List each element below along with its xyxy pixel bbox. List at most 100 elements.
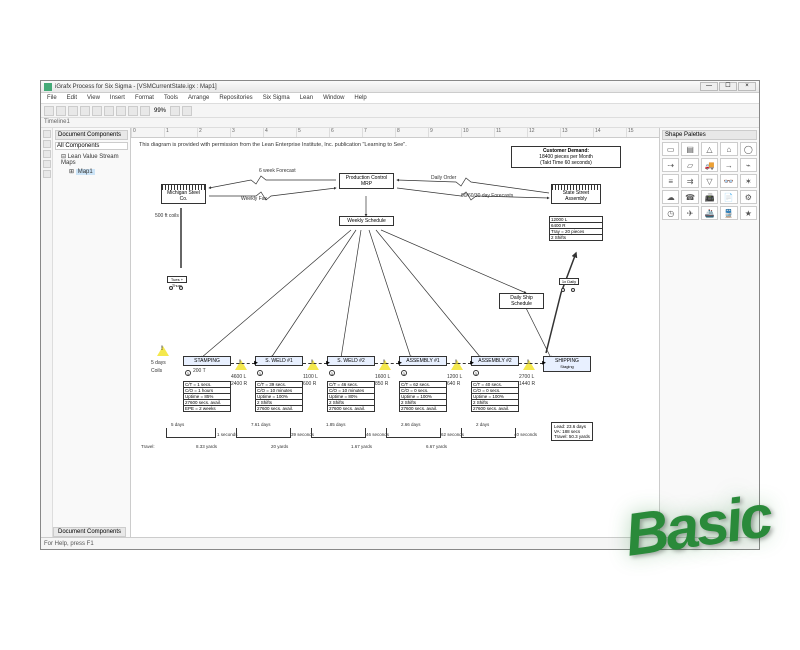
tool-zoomin-icon[interactable] <box>170 106 180 116</box>
shape-supermarket-icon[interactable]: ≡ <box>662 174 679 188</box>
cust-shift: 2 Shifts <box>550 235 602 240</box>
shape-factory-icon[interactable]: ⌂ <box>720 142 737 156</box>
tool-undo-icon[interactable] <box>128 106 138 116</box>
shape-arrow-icon[interactable]: → <box>720 158 737 172</box>
shape-burst-icon[interactable]: ✶ <box>740 174 757 188</box>
shape-clock-icon[interactable]: ◷ <box>662 206 679 220</box>
daily-ship-box[interactable]: Daily Ship Schedule <box>499 293 544 309</box>
shape-ship-icon[interactable]: 🚢 <box>701 206 718 220</box>
shape-gear-icon[interactable]: ⚙ <box>740 190 757 204</box>
zoom-level[interactable]: 99% <box>152 108 168 114</box>
shape-operator-icon[interactable]: ◯ <box>740 142 757 156</box>
diagram-canvas[interactable]: This diagram is provided with permission… <box>131 138 659 537</box>
inv-stamp-r: 2400 R <box>231 381 247 387</box>
info-dailyorder: Daily Order <box>431 175 456 181</box>
menu-window[interactable]: Window <box>319 95 348 101</box>
production-control-box[interactable]: Production Control MRP <box>339 173 394 189</box>
proc-stamping[interactable]: STAMPING <box>183 356 231 366</box>
titlebar[interactable]: iGrafx Process for Six Sigma - [VSMCurre… <box>41 81 759 93</box>
tool-zoomout-icon[interactable] <box>182 106 192 116</box>
shape-fifo-icon[interactable]: ⇉ <box>681 174 698 188</box>
timeline-tab[interactable]: Timeline1 <box>44 119 70 125</box>
connector-tool-icon[interactable] <box>43 170 51 178</box>
menu-help[interactable]: Help <box>350 95 370 101</box>
tri-after-stamp[interactable] <box>235 360 247 370</box>
shape-phone-icon[interactable]: ☎ <box>681 190 698 204</box>
shape-zigzag-icon[interactable]: ⌁ <box>740 158 757 172</box>
op-weld2: 1 <box>329 370 335 376</box>
shape-star-icon[interactable]: ★ <box>740 206 757 220</box>
app-icon <box>44 83 52 91</box>
inventory-tri-1[interactable] <box>157 346 169 356</box>
tool-new-icon[interactable] <box>44 106 54 116</box>
shape-signal-icon[interactable]: ▽ <box>701 174 718 188</box>
shape-cloud-icon[interactable]: ☁ <box>662 190 679 204</box>
tool-copy-icon[interactable] <box>104 106 114 116</box>
shape-glasses-icon[interactable]: 👓 <box>720 174 737 188</box>
truck-out[interactable]: 1x Daily <box>559 278 579 290</box>
va-5: 40 seconds <box>514 432 537 437</box>
line-tool-icon[interactable] <box>43 150 51 158</box>
tool-open-icon[interactable] <box>56 106 66 116</box>
bottom-tab[interactable]: Document Components <box>53 527 126 537</box>
menu-insert[interactable]: Insert <box>106 95 129 101</box>
tool-print-icon[interactable] <box>80 106 90 116</box>
info-6week: 6 week Forecast <box>259 168 296 174</box>
shape-push-icon[interactable]: ⇢ <box>662 158 679 172</box>
shape-plane-icon[interactable]: ✈ <box>681 206 698 220</box>
weekly-schedule-box[interactable]: Weekly Schedule <box>339 216 394 226</box>
tri-after-weld1[interactable] <box>307 360 319 370</box>
menu-file[interactable]: File <box>43 95 61 101</box>
close-button[interactable]: × <box>738 82 756 91</box>
tr-2: 20 yards <box>271 444 288 449</box>
proc-weld2[interactable]: S. WELD #2 <box>327 356 375 366</box>
shape-fax-icon[interactable]: 📠 <box>701 190 718 204</box>
supplier-factory[interactable]: Michigan Steel Co. <box>161 188 206 204</box>
proc-shipping[interactable]: SHIPPINGStaging <box>543 356 591 372</box>
tree-root[interactable]: Lean Value Stream Maps <box>61 154 119 166</box>
menu-view[interactable]: View <box>83 95 104 101</box>
menu-sixsigma[interactable]: Six Sigma <box>259 95 294 101</box>
pointer-tool-icon[interactable] <box>43 130 51 138</box>
shape-databox-icon[interactable]: ▤ <box>681 142 698 156</box>
tool-paste-icon[interactable] <box>116 106 126 116</box>
menu-edit[interactable]: Edit <box>63 95 81 101</box>
shape-kanban-icon[interactable]: ▱ <box>681 158 698 172</box>
tool-cut-icon[interactable] <box>92 106 102 116</box>
customer-factory[interactable]: State Street Assembly <box>551 188 601 204</box>
proc-weld1[interactable]: S. WELD #1 <box>255 356 303 366</box>
tri-after-asm2[interactable] <box>523 360 535 370</box>
menu-repositories[interactable]: Repositories <box>215 95 256 101</box>
proc-asm2[interactable]: ASSEMBLY #2 <box>471 356 519 366</box>
truck-in[interactable]: Tues + Thurs <box>167 276 187 288</box>
menu-lean[interactable]: Lean <box>296 95 317 101</box>
truck-out-label: 1x Daily <box>559 278 579 285</box>
shape-doc-icon[interactable]: 📄 <box>720 190 737 204</box>
tool-save-icon[interactable] <box>68 106 78 116</box>
shape-truck-icon[interactable]: 🚚 <box>701 158 718 172</box>
customer-name: State Street Assembly <box>563 190 589 202</box>
text-tool-icon[interactable] <box>43 140 51 148</box>
minimize-button[interactable]: — <box>700 82 718 91</box>
tree-map1[interactable]: Map1 <box>76 169 95 175</box>
timeline-bar[interactable]: Timeline1 <box>41 118 759 128</box>
tri-after-asm1[interactable] <box>451 360 463 370</box>
menu-arrange[interactable]: Arrange <box>184 95 213 101</box>
shape-inventory-icon[interactable]: △ <box>701 142 718 156</box>
tool-redo-icon[interactable] <box>140 106 150 116</box>
menu-tools[interactable]: Tools <box>160 95 182 101</box>
ship-sub: Staging <box>560 364 574 369</box>
shape-rail-icon[interactable]: 🚆 <box>720 206 737 220</box>
op-weld1: 1 <box>257 370 263 376</box>
tr-4: 6.67 yards <box>426 444 447 449</box>
shape-tool-icon[interactable] <box>43 160 51 168</box>
maximize-button[interactable]: ☐ <box>719 82 737 91</box>
shape-process-icon[interactable]: ▭ <box>662 142 679 156</box>
shape-palette: ▭ ▤ △ ⌂ ◯ ⇢ ▱ 🚚 → ⌁ ≡ ⇉ ▽ 👓 ✶ ☁ ☎ 📠 📄 ⚙ <box>662 142 757 220</box>
proc-asm1[interactable]: ASSEMBLY #1 <box>399 356 447 366</box>
tri-after-weld2[interactable] <box>379 360 391 370</box>
component-selector[interactable]: All Components <box>55 142 128 150</box>
component-tree[interactable]: ⊟ Lean Value Stream Maps ⊞ Map1 <box>55 152 128 176</box>
status-text: For Help, press F1 <box>44 541 94 547</box>
menu-format[interactable]: Format <box>131 95 158 101</box>
